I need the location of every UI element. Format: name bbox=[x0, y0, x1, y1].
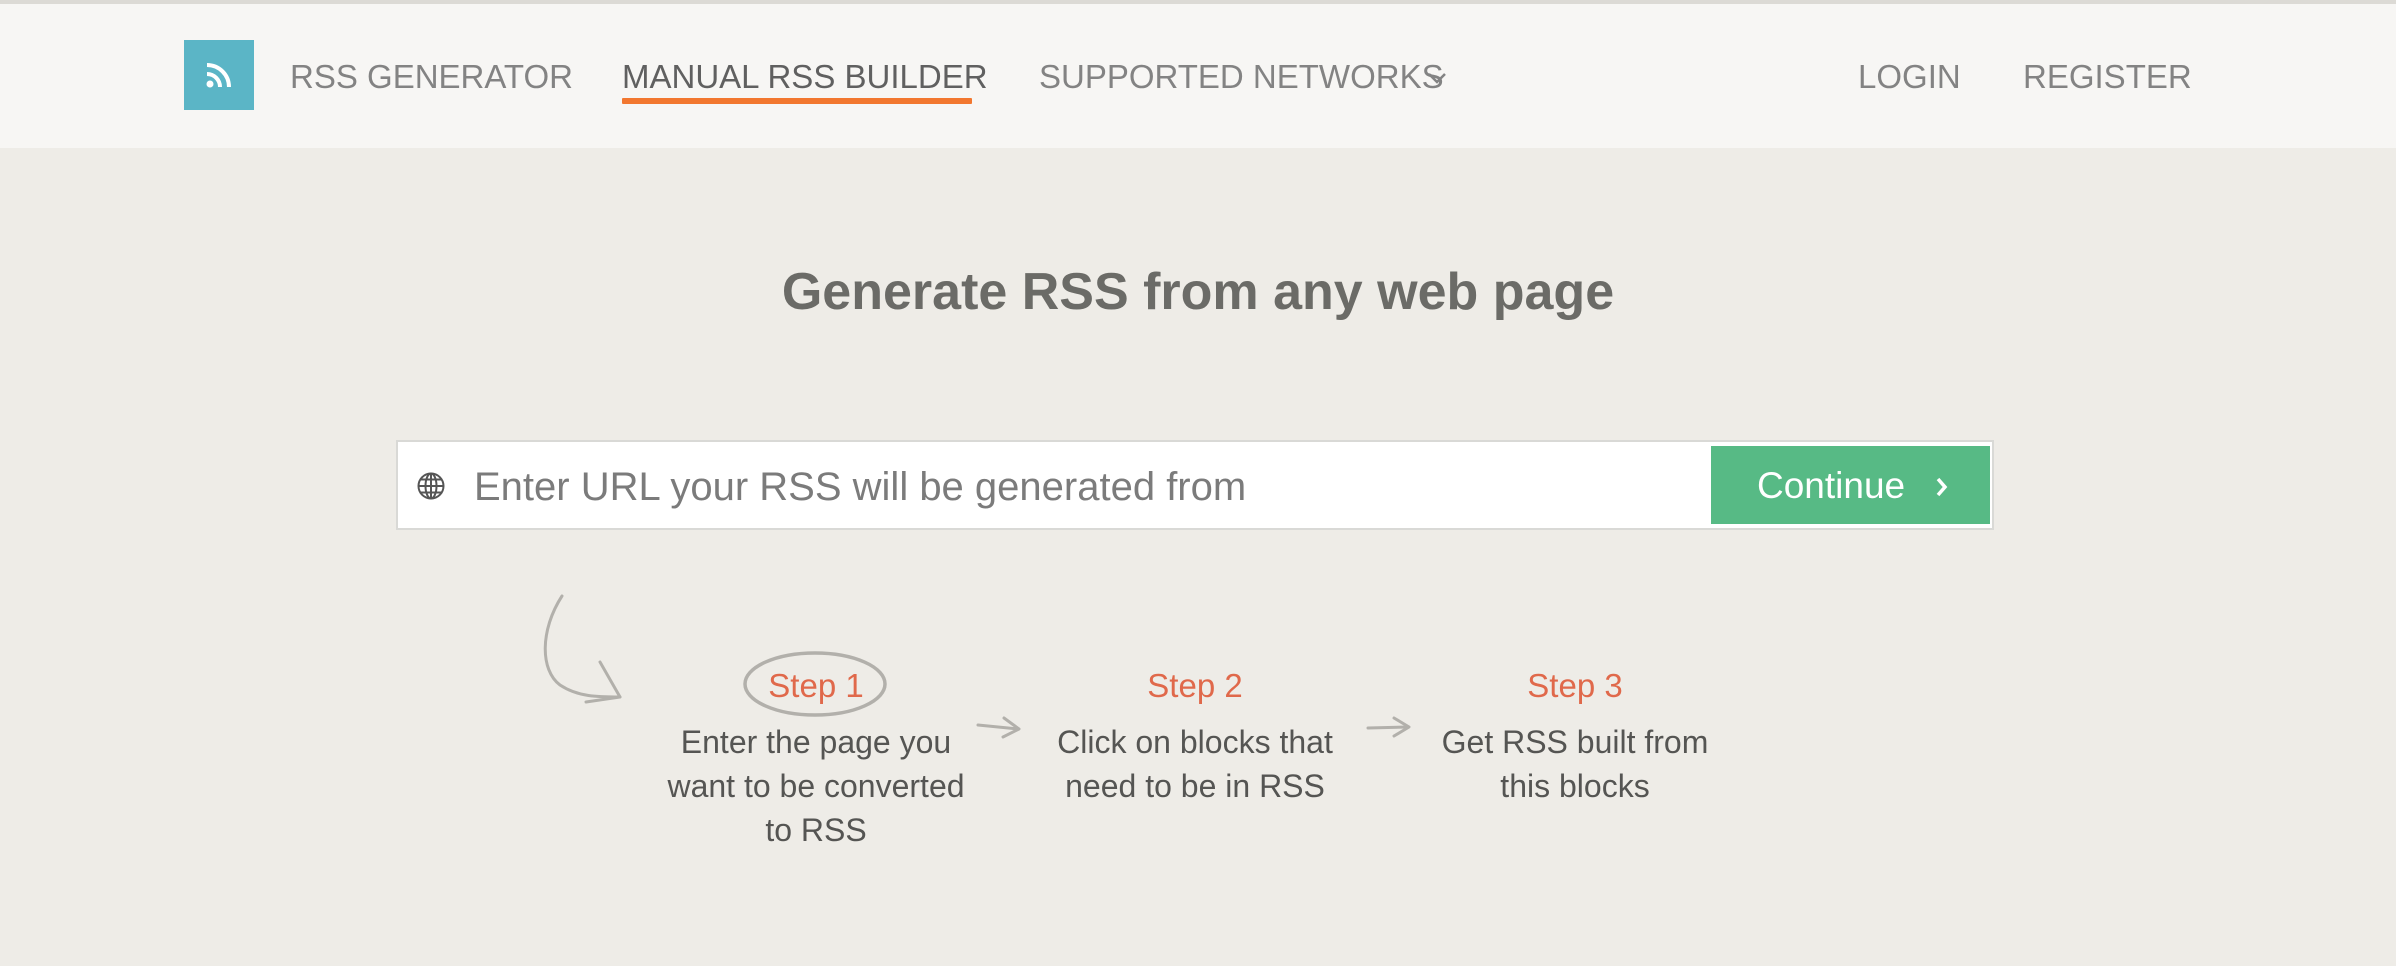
step-description: Click on blocks that need to be in RSS bbox=[1057, 724, 1333, 804]
active-nav-underline bbox=[622, 98, 972, 104]
navbar: RSS GENERATOR MANUAL RSS BUILDER SUPPORT… bbox=[0, 4, 2396, 148]
step-title: Step 2 bbox=[1147, 667, 1243, 704]
logo[interactable] bbox=[184, 40, 254, 110]
arrow-right-icon bbox=[976, 723, 1020, 731]
register-link[interactable]: REGISTER bbox=[2023, 58, 2192, 96]
page-title: Generate RSS from any web page bbox=[781, 263, 1615, 321]
step-title: Step 1 bbox=[768, 667, 864, 704]
continue-button[interactable]: Continue bbox=[1711, 446, 1990, 524]
step-title: Step 3 bbox=[1527, 667, 1623, 704]
globe-icon bbox=[417, 472, 445, 500]
url-input[interactable] bbox=[472, 456, 1676, 518]
chevron-down-icon[interactable] bbox=[1427, 71, 1447, 85]
step-1: Step 1 Enter the page you want to be con… bbox=[666, 662, 966, 852]
nav-supported-networks[interactable]: SUPPORTED NETWORKS bbox=[1039, 58, 1444, 96]
step-description: Get RSS built from this blocks bbox=[1441, 724, 1709, 804]
rss-feed-icon bbox=[206, 63, 231, 88]
nav-manual-rss-builder[interactable]: MANUAL RSS BUILDER bbox=[622, 58, 988, 96]
step-description: Enter the page you want to be converted … bbox=[667, 724, 965, 848]
url-form: Continue bbox=[396, 440, 1994, 530]
login-link[interactable]: LOGIN bbox=[1858, 58, 1961, 96]
arrow-right-icon bbox=[1366, 725, 1410, 730]
step-3: Step 3 Get RSS built from this blocks bbox=[1425, 662, 1725, 808]
chevron-right-icon bbox=[1936, 477, 1948, 497]
continue-button-label: Continue bbox=[1757, 465, 1906, 506]
nav-rss-generator[interactable]: RSS GENERATOR bbox=[290, 58, 573, 96]
step-2: Step 2 Click on blocks that need to be i… bbox=[1045, 662, 1345, 808]
curved-arrow-icon bbox=[543, 594, 622, 699]
